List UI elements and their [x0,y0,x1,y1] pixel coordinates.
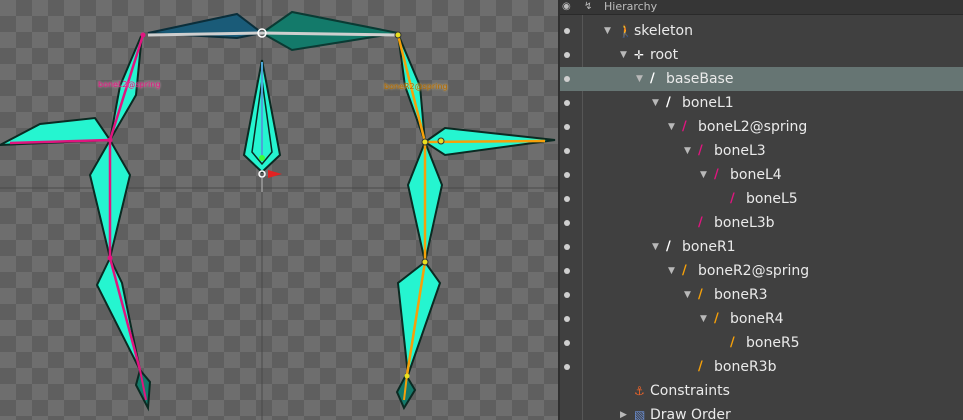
tree-row-boner3[interactable]: ▼ ∕ boneR3 [560,283,963,307]
tree-row-boner4[interactable]: ▼ ∕ boneR4 [560,307,963,331]
visibility-dot[interactable] [564,172,570,178]
tree-row-label: boneR5 [746,335,800,351]
hierarchy-panel: ◉ ↯ Hierarchy ▼ 🚶 skeleton ▼ ✛ root ▼ ∕ baseBase… [560,0,963,420]
x-axis-arrow [268,170,282,178]
tree-row-boner1[interactable]: ▼ ∕ boneR1 [560,235,963,259]
center-bone-joint [259,155,265,161]
visibility-dot[interactable] [564,148,570,154]
hierarchy-header: ◉ ↯ Hierarchy [560,0,963,15]
bone-icon: ∕ [698,143,703,158]
hierarchy-title: Hierarchy [604,0,658,13]
root-bone-right-shape [260,10,399,52]
visibility-dot[interactable] [564,268,570,274]
tree-row-bonel3[interactable]: ▼ ∕ boneL3 [560,139,963,163]
tree-row-boner5[interactable]: ∕ boneR5 [560,331,963,355]
eye-icon[interactable]: ◉ [562,0,571,13]
collapse-arrow-icon[interactable]: ▼ [652,235,659,259]
bone-icon: ∕ [730,191,735,206]
bone-icon: ∕ [714,167,719,182]
visibility-dot[interactable] [564,28,570,34]
tree-row-bonel3b[interactable]: ∕ boneL3b [560,211,963,235]
skeleton-drawing [0,0,558,420]
visibility-dot[interactable] [564,100,570,106]
visibility-dot[interactable] [564,76,570,82]
draw-order-icon: ▧ [634,408,646,420]
visibility-dot[interactable] [564,316,570,322]
visibility-dot[interactable] [564,364,570,370]
bone-icon: ∕ [698,359,703,374]
visibility-dot[interactable] [564,52,570,58]
tree-row-label: boneR3b [714,359,777,375]
bone-label-left: boneL2@spring [98,80,161,89]
visibility-dot[interactable] [564,196,570,202]
tree-row-basebase[interactable]: ▼ ∕ baseBase [560,67,963,91]
bone-label-right: boneR2@spring [384,82,448,91]
attachment-L4 [95,255,141,371]
collapse-arrow-icon[interactable]: ▼ [700,307,707,331]
tree-row-label: skeleton [634,23,693,39]
tree-row-label: Constraints [650,383,730,399]
tree-row-label: Draw Order [650,407,731,420]
tree-row-bonel1[interactable]: ▼ ∕ boneL1 [560,91,963,115]
visibility-dot[interactable] [564,244,570,250]
collapse-arrow-icon[interactable]: ▼ [684,283,691,307]
tree-row-label: boneR4 [730,311,784,327]
bone-icon: ∕ [666,239,671,254]
tree-row-skeleton[interactable]: ▼ 🚶 skeleton [560,19,963,43]
tree-row-bonel4[interactable]: ▼ ∕ boneL4 [560,163,963,187]
bone-line-base-right [261,31,399,37]
collapse-arrow-icon[interactable]: ▼ [668,259,675,283]
tree-row-bonel5[interactable]: ∕ boneL5 [560,187,963,211]
bone-icon: ∕ [682,119,687,134]
tree-row-bonel2-spring[interactable]: ▼ ∕ boneL2@spring [560,115,963,139]
visibility-dot[interactable] [564,124,570,130]
collapse-arrow-icon[interactable]: ▼ [668,115,675,139]
tree-row-label: boneL2@spring [698,119,808,135]
tree-row-boner2-spring[interactable]: ▼ ∕ boneR2@spring [560,259,963,283]
bone-icon: ∕ [698,287,703,302]
bone-icon: ∕ [650,71,655,86]
collapse-arrow-icon[interactable]: ▼ [652,91,659,115]
tree-row-label: boneR2@spring [698,263,810,279]
constraints-icon: ⚓ [634,384,645,398]
visibility-dot[interactable] [564,340,570,346]
bone-icon: ∕ [698,215,703,230]
bone-icon: ∕ [682,263,687,278]
bone-chain-icon[interactable]: ↯ [584,0,592,13]
tree-row-label: boneR3 [714,287,768,303]
collapse-arrow-icon[interactable]: ▼ [636,67,643,91]
tree-row-label: boneL3b [714,215,775,231]
tree-row-label: boneL5 [746,191,798,207]
tree-row-label: boneR1 [682,239,736,255]
hierarchy-tree: ▼ 🚶 skeleton ▼ ✛ root ▼ ∕ baseBase ▼ ∕ boneL1 ▼ ∕ bone… [560,19,963,420]
tree-row-root[interactable]: ▼ ✛ root [560,43,963,67]
tree-row-label: boneL1 [682,95,734,111]
bone-icon: ∕ [730,335,735,350]
expand-arrow-icon[interactable]: ▶ [620,403,627,420]
collapse-arrow-icon[interactable]: ▼ [620,43,627,67]
tree-row-draw-order[interactable]: ▶ ▧ Draw Order [560,403,963,420]
root-crosshair-icon: ✛ [634,48,645,62]
bone-icon: ∕ [666,95,671,110]
collapse-arrow-icon[interactable]: ▼ [700,163,707,187]
skeleton-icon: 🚶 [618,24,633,38]
collapse-arrow-icon[interactable]: ▼ [604,19,611,43]
visibility-dot[interactable] [564,220,570,226]
viewport-canvas[interactable]: boneL2@spring boneR2@spring [0,0,558,420]
tree-row-constraints[interactable]: ⚓ Constraints [560,379,963,403]
tree-row-label: root [650,47,679,63]
tree-row-label: boneL3 [714,143,766,159]
tree-row-label: baseBase [666,71,734,87]
bone-icon: ∕ [714,311,719,326]
bone-line-base-left [147,31,263,37]
tree-row-boner3b[interactable]: ∕ boneR3b [560,355,963,379]
tree-row-label: boneL4 [730,167,782,183]
collapse-arrow-icon[interactable]: ▼ [684,139,691,163]
attachment-R4 [396,260,442,376]
visibility-dot[interactable] [564,292,570,298]
